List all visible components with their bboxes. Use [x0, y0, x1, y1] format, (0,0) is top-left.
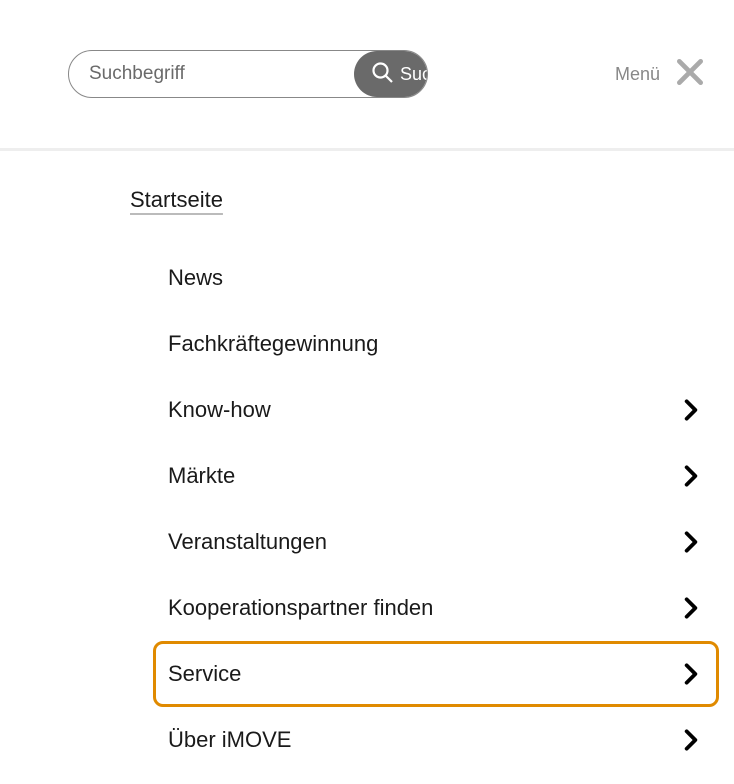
nav-item[interactable]: Fachkräftegewinnung [168, 311, 704, 377]
nav-item[interactable]: Know-how [168, 377, 704, 443]
nav-item-label: Über iMOVE [168, 727, 291, 753]
chevron-right-icon [678, 727, 704, 753]
nav-item[interactable]: Veranstaltungen [168, 509, 704, 575]
main-nav: Startseite News Fachkräftegewinnung Know-h… [0, 151, 734, 773]
nav-item[interactable]: News [168, 245, 704, 311]
nav-item[interactable]: Service [153, 641, 719, 707]
search-button[interactable]: Suchen [354, 51, 428, 97]
nav-item-label: Service [168, 661, 241, 687]
chevron-right-icon [678, 397, 704, 423]
header: Suchen Menü [0, 0, 734, 151]
menu-close[interactable]: Menü [615, 56, 706, 93]
nav-item[interactable]: Über iMOVE [168, 707, 704, 773]
nav-item-label: Veranstaltungen [168, 529, 327, 555]
nav-item-label: Kooperationspartner finden [168, 595, 433, 621]
nav-item[interactable]: Kooperationspartner finden [168, 575, 704, 641]
close-icon [674, 56, 706, 93]
nav-item-label: Märkte [168, 463, 235, 489]
nav-list: News Fachkräftegewinnung Know-how Märkte Ver… [130, 245, 704, 773]
search-icon [370, 60, 394, 89]
chevron-right-icon [678, 463, 704, 489]
menu-label: Menü [615, 64, 660, 85]
search-container: Suchen [68, 50, 428, 98]
nav-item-label: Fachkräftegewinnung [168, 331, 378, 357]
search-input[interactable] [69, 51, 354, 97]
nav-item[interactable]: Märkte [168, 443, 704, 509]
home-link[interactable]: Startseite [130, 187, 223, 217]
nav-item-label: Know-how [168, 397, 271, 423]
chevron-right-icon [678, 595, 704, 621]
chevron-right-icon [678, 661, 704, 687]
search-button-label: Suchen [400, 64, 428, 85]
chevron-right-icon [678, 529, 704, 555]
nav-item-label: News [168, 265, 223, 291]
